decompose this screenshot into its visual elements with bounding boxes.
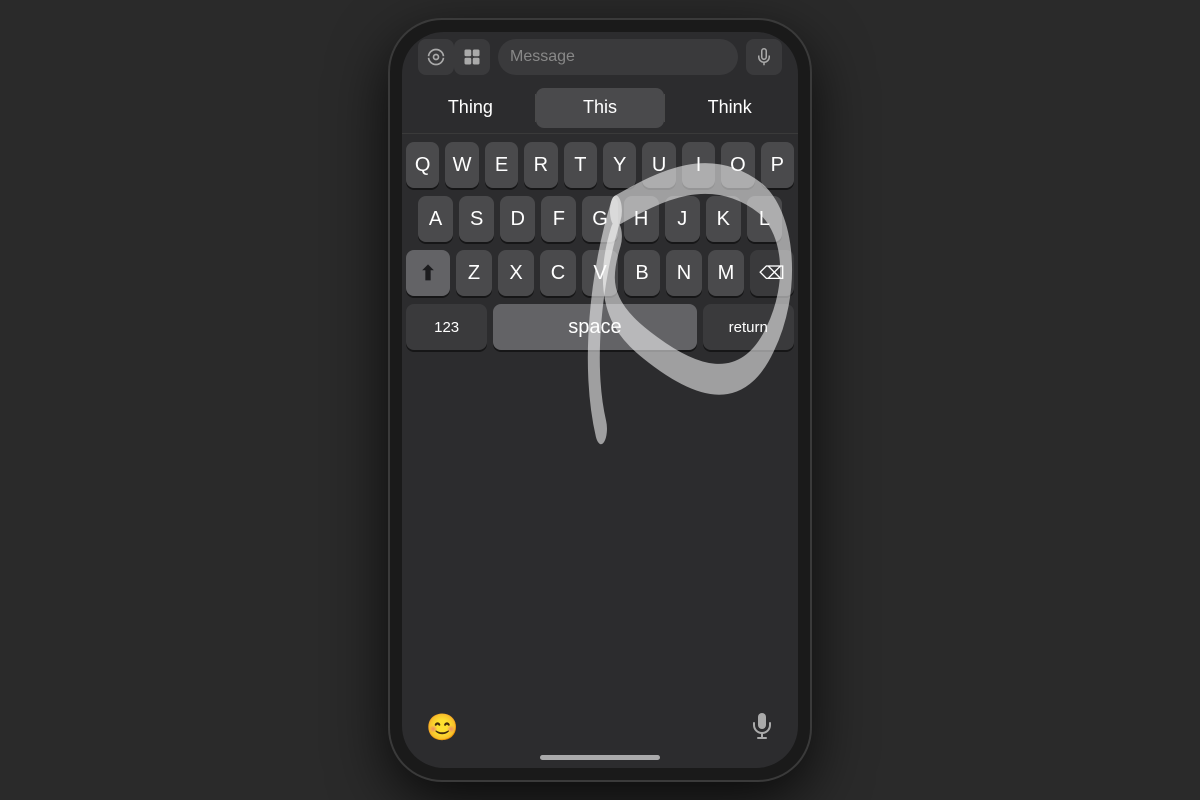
key-c[interactable]: C: [540, 250, 576, 296]
key-r[interactable]: R: [524, 142, 557, 188]
autocorrect-left-label: Thing: [448, 97, 493, 118]
camera-icon[interactable]: [418, 39, 454, 75]
key-h[interactable]: H: [624, 196, 659, 242]
key-n[interactable]: N: [666, 250, 702, 296]
key-b[interactable]: B: [624, 250, 660, 296]
autocorrect-center-label: This: [583, 97, 617, 118]
key-return[interactable]: return: [703, 304, 794, 350]
keyboard-row-2: A S D F G H J K L: [406, 196, 794, 242]
phone-screen: Message Thing This Think: [402, 32, 798, 768]
apps-icon[interactable]: [454, 39, 490, 75]
mic-input-icon[interactable]: [746, 39, 782, 75]
home-indicator: [540, 755, 660, 760]
message-input[interactable]: Message: [498, 39, 738, 75]
key-e[interactable]: E: [485, 142, 518, 188]
autocorrect-right[interactable]: Think: [665, 88, 794, 128]
key-j[interactable]: J: [665, 196, 700, 242]
key-g[interactable]: G: [582, 196, 617, 242]
top-bar: Message: [402, 32, 798, 82]
key-s[interactable]: S: [459, 196, 494, 242]
key-y[interactable]: Y: [603, 142, 636, 188]
autocorrect-right-label: Think: [708, 97, 752, 118]
dictation-icon[interactable]: [750, 711, 774, 746]
key-u[interactable]: U: [642, 142, 675, 188]
keyboard-row-3: ⬆ Z X C V B N M ⌫: [406, 250, 794, 296]
key-i[interactable]: I: [682, 142, 715, 188]
key-p[interactable]: P: [761, 142, 794, 188]
shift-icon: ⬆: [420, 261, 437, 286]
key-q[interactable]: Q: [406, 142, 439, 188]
key-v[interactable]: V: [582, 250, 618, 296]
numbers-label: 123: [434, 319, 459, 336]
key-f[interactable]: F: [541, 196, 576, 242]
keyboard-area: Q W E R T Y U I O P A S D F G H J K: [402, 134, 798, 698]
key-w[interactable]: W: [445, 142, 478, 188]
key-d[interactable]: D: [500, 196, 535, 242]
delete-icon: ⌫: [759, 263, 784, 284]
key-z[interactable]: Z: [456, 250, 492, 296]
emoji-icon[interactable]: 😊: [426, 713, 458, 743]
keyboard-row-4: 123 space return: [406, 304, 794, 350]
key-space[interactable]: space: [493, 304, 696, 350]
autocorrect-center[interactable]: This: [536, 88, 665, 128]
key-m[interactable]: M: [708, 250, 744, 296]
key-x[interactable]: X: [498, 250, 534, 296]
keyboard-row-1: Q W E R T Y U I O P: [406, 142, 794, 188]
autocorrect-left[interactable]: Thing: [406, 88, 535, 128]
message-placeholder: Message: [510, 48, 575, 66]
key-o[interactable]: O: [721, 142, 754, 188]
key-a[interactable]: A: [418, 196, 453, 242]
key-l[interactable]: L: [747, 196, 782, 242]
space-label: space: [568, 316, 621, 339]
phone-frame: Message Thing This Think: [390, 20, 810, 780]
key-delete[interactable]: ⌫: [750, 250, 794, 296]
key-numbers[interactable]: 123: [406, 304, 487, 350]
autocorrect-bar: Thing This Think: [402, 82, 798, 134]
key-t[interactable]: T: [564, 142, 597, 188]
key-k[interactable]: K: [706, 196, 741, 242]
return-label: return: [729, 319, 768, 336]
key-shift[interactable]: ⬆: [406, 250, 450, 296]
